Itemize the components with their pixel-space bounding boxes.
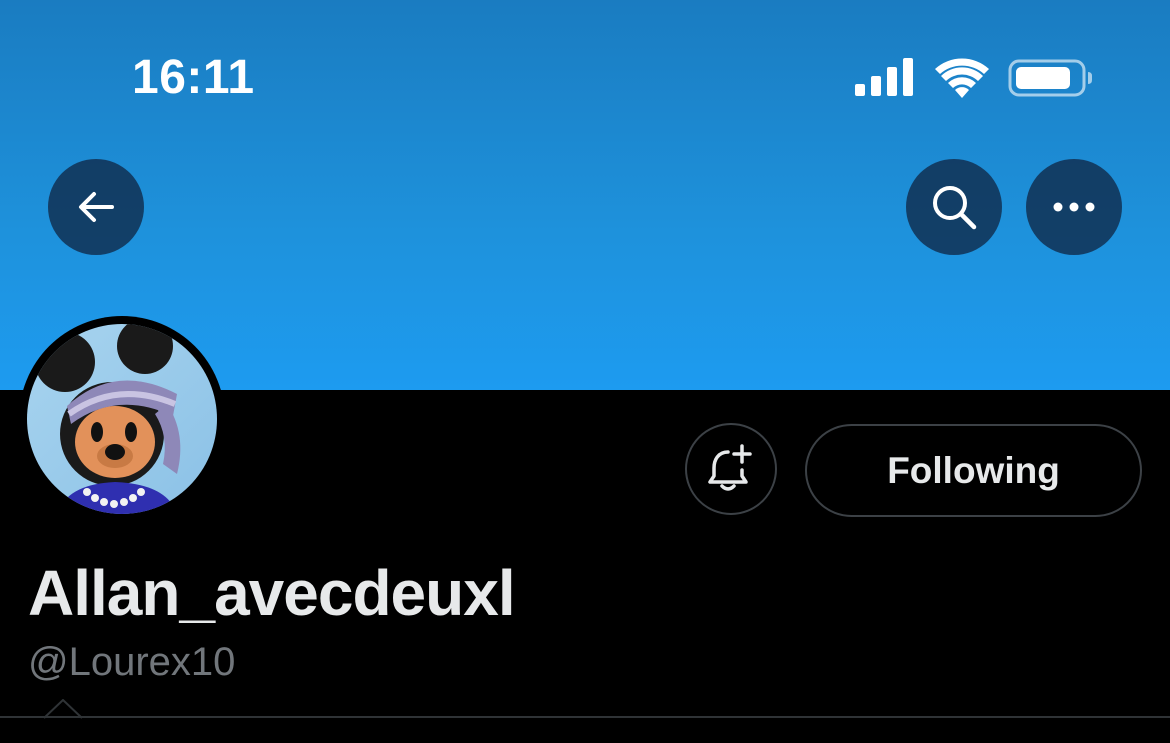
search-icon [933,186,977,230]
display-name: Allan_avecdeuxl [28,557,516,629]
battery-icon [1008,59,1092,97]
more-options-button[interactable] [1026,159,1122,255]
wifi-icon [935,58,989,98]
more-icon [1053,202,1095,212]
notifications-button[interactable] [685,423,777,515]
back-arrow-icon [79,192,114,222]
avatar[interactable] [19,316,225,522]
following-button[interactable]: Following [805,424,1142,517]
back-button[interactable] [48,159,144,255]
status-bar: 16:11 [0,0,1170,140]
user-handle: @Lourex10 [28,640,236,684]
divider [0,716,1170,718]
signal-icon [855,58,913,96]
search-button[interactable] [906,159,1002,255]
bell-plus-icon [708,444,752,491]
avatar-image [27,324,217,514]
status-time: 16:11 [132,51,255,104]
